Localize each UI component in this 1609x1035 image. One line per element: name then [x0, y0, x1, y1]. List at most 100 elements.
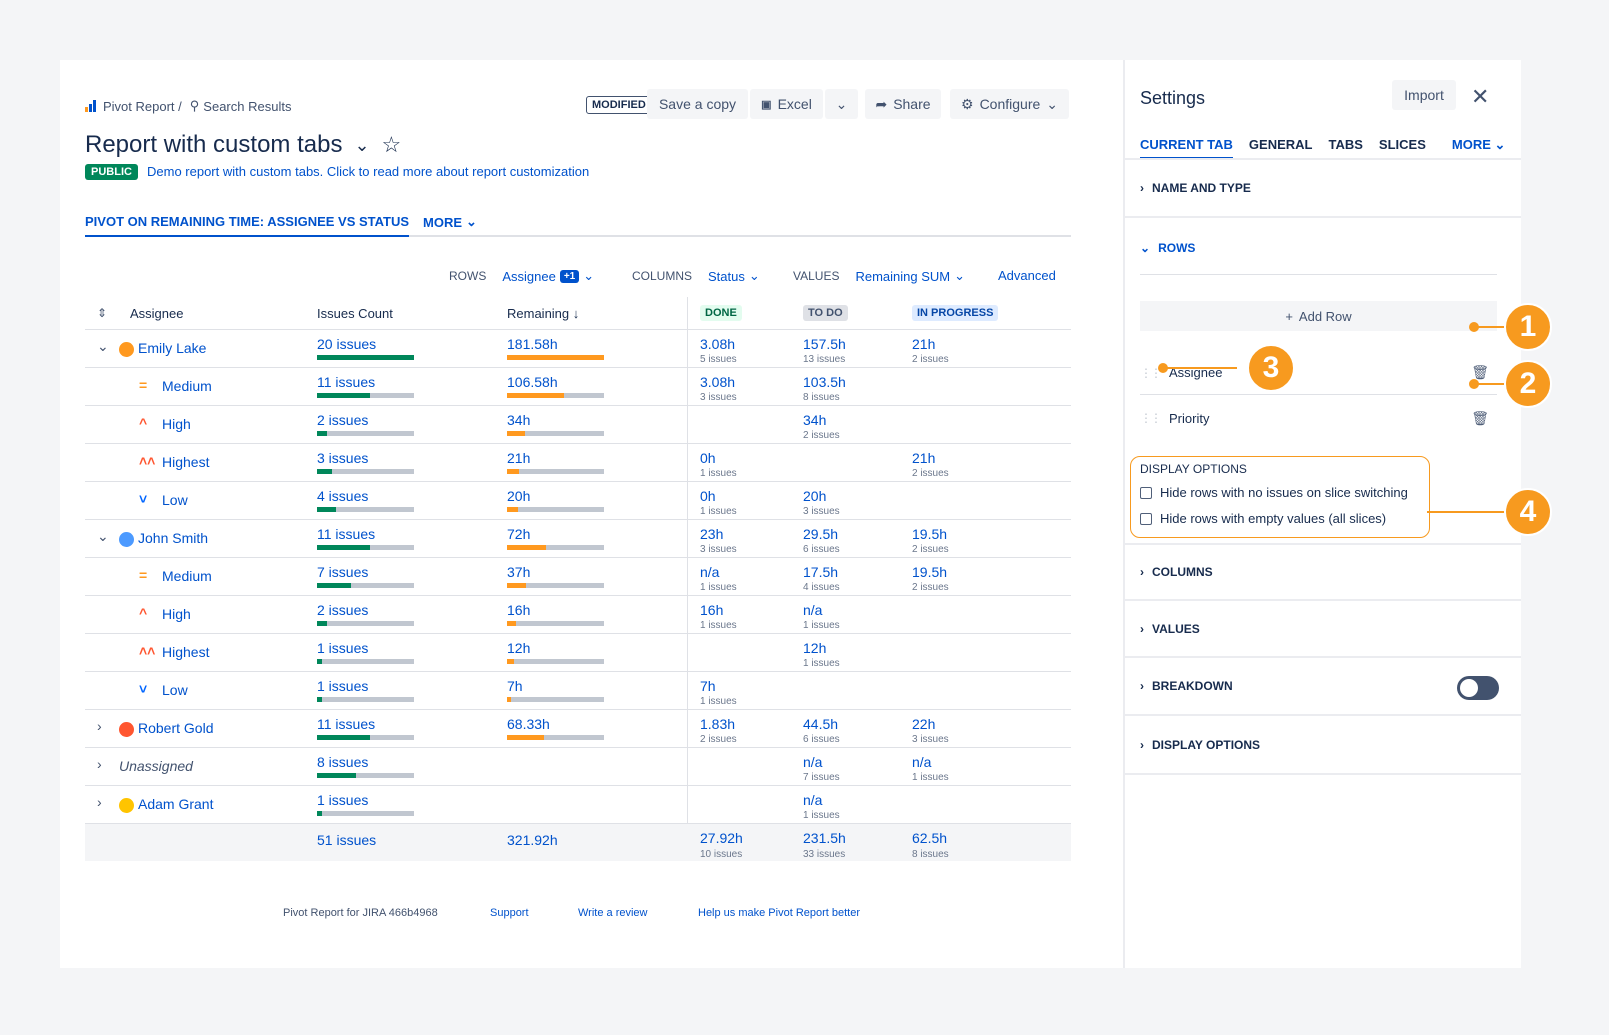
footer-review-link[interactable]: Write a review: [578, 907, 647, 919]
priority-name[interactable]: Low: [162, 492, 188, 508]
remaining-value[interactable]: 20h: [507, 488, 530, 504]
chevron-right-icon[interactable]: ›: [97, 718, 102, 734]
section-rows[interactable]: ⌄ ROWS: [1125, 220, 1521, 276]
footer-help-link[interactable]: Help us make Pivot Report better: [698, 907, 860, 919]
prog-value[interactable]: 19.5h: [912, 564, 947, 580]
trash-icon[interactable]: 🗑: [1471, 410, 1489, 427]
chevron-down-icon[interactable]: ⌄: [97, 528, 109, 545]
advanced-link[interactable]: Advanced: [998, 268, 1056, 283]
values-config[interactable]: VALUES Remaining SUM ⌄: [793, 268, 965, 284]
todo-value[interactable]: n/a: [803, 792, 822, 808]
remaining-value[interactable]: 12h: [507, 640, 530, 656]
chevron-right-icon[interactable]: ›: [97, 756, 102, 772]
count-value[interactable]: 11 issues: [317, 716, 375, 732]
excel-button[interactable]: ▣ Excel: [750, 89, 823, 119]
chevron-right-icon[interactable]: ›: [97, 794, 102, 810]
save-copy-button[interactable]: Save a copy: [647, 89, 748, 119]
todo-value[interactable]: n/a: [803, 754, 822, 770]
count-value[interactable]: 1 issues: [317, 640, 368, 656]
done-value[interactable]: 3.08h: [700, 336, 735, 352]
columns-config[interactable]: COLUMNS Status ⌄: [632, 268, 760, 284]
count-value[interactable]: 1 issues: [317, 678, 368, 694]
remaining-value[interactable]: 21h: [507, 450, 530, 466]
settings-tab-current[interactable]: CURRENT TAB: [1140, 137, 1233, 159]
done-value[interactable]: 23h: [700, 526, 723, 542]
tab-more[interactable]: MORE ⌄: [423, 214, 477, 230]
total-todo[interactable]: 231.5h: [803, 830, 846, 846]
header-todo[interactable]: TO DO: [803, 305, 848, 321]
share-button[interactable]: ➦ Share: [865, 89, 941, 119]
sort-icon[interactable]: ⇕: [97, 306, 107, 320]
done-value[interactable]: 1.83h: [700, 716, 735, 732]
excel-dropdown-button[interactable]: ⌄: [825, 89, 858, 119]
settings-tab-general[interactable]: GENERAL: [1249, 137, 1313, 159]
todo-value[interactable]: 29.5h: [803, 526, 838, 542]
todo-value[interactable]: 12h: [803, 640, 826, 656]
footer-support-link[interactable]: Support: [490, 907, 529, 919]
breakdown-toggle[interactable]: [1457, 676, 1499, 700]
todo-value[interactable]: 44.5h: [803, 716, 838, 732]
drag-handle-icon[interactable]: ⋮⋮: [1140, 411, 1169, 425]
section-values[interactable]: › VALUES: [1125, 601, 1521, 658]
remaining-value[interactable]: 181.58h: [507, 336, 558, 352]
priority-name[interactable]: Highest: [162, 454, 209, 470]
assignee-cell[interactable]: John Smith: [119, 530, 208, 547]
remaining-value[interactable]: 16h: [507, 602, 530, 618]
todo-value[interactable]: n/a: [803, 602, 822, 618]
breadcrumb-search[interactable]: Search Results: [203, 99, 291, 114]
assignee-cell[interactable]: Unassigned: [119, 758, 193, 774]
todo-value[interactable]: 17.5h: [803, 564, 838, 580]
rows-config[interactable]: ROWS Assignee +1 ⌄: [449, 268, 594, 284]
todo-value[interactable]: 20h: [803, 488, 826, 504]
checkbox[interactable]: [1140, 486, 1152, 499]
columns-value[interactable]: Status: [708, 269, 745, 284]
section-columns[interactable]: › COLUMNS: [1125, 543, 1521, 601]
remaining-value[interactable]: 68.33h: [507, 716, 550, 732]
done-value[interactable]: 0h: [700, 450, 716, 466]
assignee-cell[interactable]: Emily Lake: [119, 340, 206, 357]
section-display-options[interactable]: › DISPLAY OPTIONS: [1125, 716, 1521, 775]
header-assignee[interactable]: Assignee: [130, 306, 183, 321]
row-item-assignee[interactable]: ⋮⋮ Assignee 🗑: [1140, 351, 1497, 395]
priority-name[interactable]: Medium: [162, 568, 212, 584]
header-done[interactable]: DONE: [700, 305, 742, 321]
configure-button[interactable]: ⚙ Configure ⌄: [950, 89, 1069, 119]
values-value[interactable]: Remaining SUM: [855, 269, 950, 284]
count-value[interactable]: 4 issues: [317, 488, 368, 504]
prog-value[interactable]: 22h: [912, 716, 935, 732]
done-value[interactable]: 16h: [700, 602, 723, 618]
count-value[interactable]: 7 issues: [317, 564, 368, 580]
total-count[interactable]: 51 issues: [317, 832, 376, 848]
count-value[interactable]: 3 issues: [317, 450, 368, 466]
chevron-down-icon[interactable]: ⌄: [354, 135, 369, 156]
header-count[interactable]: Issues Count: [317, 306, 393, 321]
option-hide-no-issues[interactable]: Hide rows with no issues on slice switch…: [1140, 485, 1408, 500]
assignee-cell[interactable]: Adam Grant: [119, 796, 213, 813]
count-value[interactable]: 20 issues: [317, 336, 376, 352]
remaining-value[interactable]: 72h: [507, 526, 530, 542]
header-remaining[interactable]: Remaining ↓: [507, 306, 579, 321]
count-value[interactable]: 2 issues: [317, 602, 368, 618]
close-icon[interactable]: ✕: [1471, 84, 1489, 110]
priority-name[interactable]: Medium: [162, 378, 212, 394]
section-name-type[interactable]: › NAME AND TYPE: [1125, 160, 1521, 218]
done-value[interactable]: 3.08h: [700, 374, 735, 390]
settings-tab-tabs[interactable]: TABS: [1328, 137, 1362, 159]
todo-value[interactable]: 34h: [803, 412, 826, 428]
assignee-cell[interactable]: Robert Gold: [119, 720, 213, 737]
option-hide-empty[interactable]: Hide rows with empty values (all slices): [1140, 511, 1386, 526]
remaining-value[interactable]: 37h: [507, 564, 530, 580]
priority-name[interactable]: Highest: [162, 644, 209, 660]
checkbox[interactable]: [1140, 512, 1152, 525]
done-value[interactable]: 7h: [700, 678, 716, 694]
count-value[interactable]: 11 issues: [317, 526, 375, 542]
remaining-value[interactable]: 7h: [507, 678, 523, 694]
prog-value[interactable]: 19.5h: [912, 526, 947, 542]
tab-pivot[interactable]: PIVOT ON REMAINING TIME: ASSIGNEE VS STA…: [85, 214, 410, 237]
todo-value[interactable]: 157.5h: [803, 336, 846, 352]
total-done[interactable]: 27.92h: [700, 830, 743, 846]
count-value[interactable]: 1 issues: [317, 792, 368, 808]
count-value[interactable]: 11 issues: [317, 374, 375, 390]
prog-value[interactable]: n/a: [912, 754, 931, 770]
settings-tab-slices[interactable]: SLICES: [1379, 137, 1426, 159]
